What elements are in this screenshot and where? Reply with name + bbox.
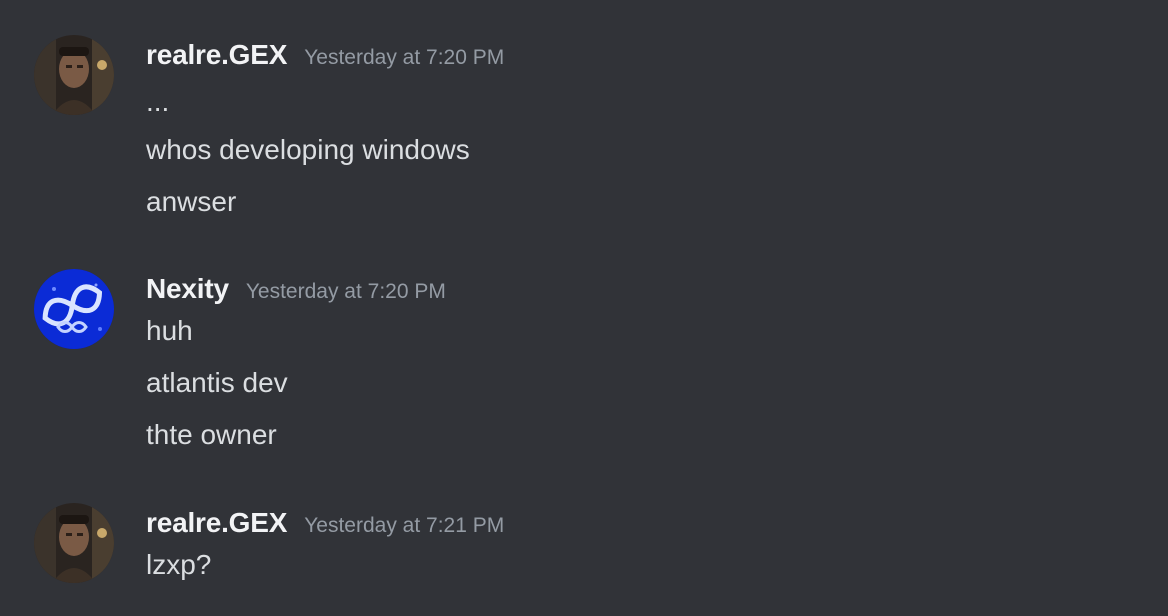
message-text: thte owner [146, 419, 277, 450]
username[interactable]: Nexity [146, 269, 229, 309]
message-text: anwser [146, 186, 237, 217]
user-avatar[interactable] [34, 503, 114, 583]
user-avatar[interactable] [34, 35, 114, 115]
message-text: whos developing windows [146, 134, 470, 165]
timestamp: Yesterday at 7:21 PM [304, 514, 505, 537]
message-text: huh [146, 315, 193, 346]
user-avatar-photo-icon [34, 35, 114, 115]
message-text: lzxp? [146, 549, 212, 580]
infinity-logo-avatar-icon [34, 269, 114, 349]
username[interactable]: realre.GEX [146, 35, 287, 75]
timestamp: Yesterday at 7:20 PM [304, 46, 505, 69]
message-text: ... [146, 86, 170, 117]
username[interactable]: realre.GEX [146, 503, 287, 543]
timestamp: Yesterday at 7:20 PM [245, 280, 446, 303]
user-avatar[interactable] [34, 269, 114, 349]
message-text: atlantis dev [146, 367, 288, 398]
user-avatar-photo-icon [34, 503, 114, 583]
